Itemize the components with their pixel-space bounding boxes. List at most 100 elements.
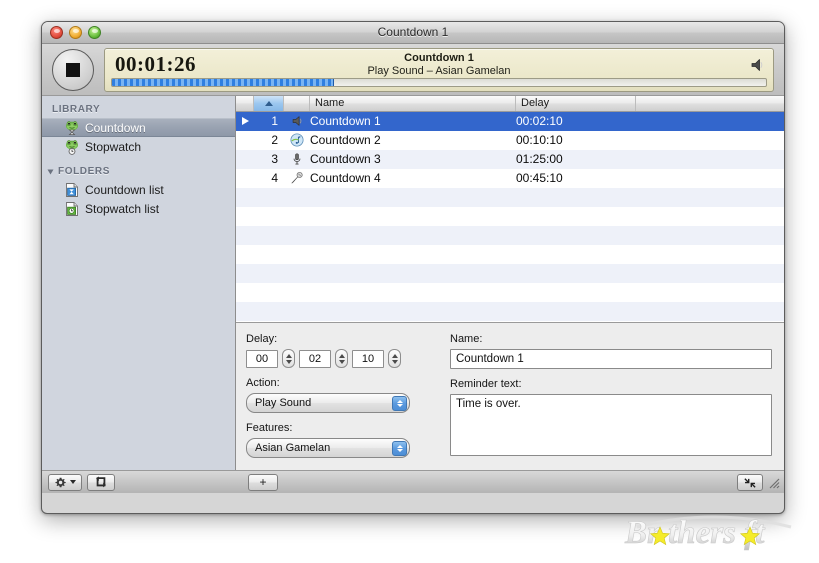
sidebar-section-library: LIBRARY <box>42 102 235 118</box>
row-number: 1 <box>271 114 278 129</box>
repeat-icon <box>96 476 106 488</box>
frog-clock-icon <box>64 139 80 155</box>
delay-minutes-stepper[interactable] <box>335 349 348 368</box>
sidebar-item-countdown[interactable]: Countdown <box>42 118 235 137</box>
stop-button[interactable] <box>52 48 94 91</box>
bottom-left-group <box>42 473 236 491</box>
frog-hourglass-icon <box>64 120 80 136</box>
row-number: 4 <box>271 171 278 186</box>
table-row[interactable]: 4 Countdown 4 00:45:10 <box>236 168 784 188</box>
watermark-text: Br thers ft <box>624 515 765 551</box>
row-delay: 00:02:10 <box>516 114 563 129</box>
screenshot-root: Countdown 1 00:01:26 Countdown 1 Play So… <box>0 0 819 563</box>
reminder-text-area[interactable]: Time is over. <box>450 394 772 456</box>
inspector-left-column: Delay: 00 02 10 Action: Play Sound Featu… <box>246 333 438 470</box>
action-select[interactable]: Play Sound <box>246 393 410 413</box>
table-empty-row <box>236 263 784 283</box>
features-select-value: Asian Gamelan <box>255 442 331 454</box>
chevron-down-icon[interactable] <box>47 169 54 174</box>
table-row[interactable]: 1 Countdown 1 00:02:10 <box>236 111 784 131</box>
chevron-updown-icon <box>392 396 407 411</box>
document-clock-icon <box>64 201 80 217</box>
delay-hours-stepper[interactable] <box>282 349 295 368</box>
chevron-updown-icon <box>392 441 407 456</box>
column-header-name-label: Name <box>315 97 345 110</box>
display-item-action: Play Sound – Asian Gamelan <box>367 64 511 77</box>
sidebar-item-stopwatch[interactable]: Stopwatch <box>42 137 235 156</box>
row-name: Countdown 3 <box>310 152 381 167</box>
gear-action-button[interactable] <box>48 473 82 491</box>
table-empty-row <box>236 225 784 245</box>
delay-minutes-input[interactable]: 02 <box>299 349 331 368</box>
sidebar-section-folders-label: FOLDERS <box>58 166 110 177</box>
table-row[interactable]: 3 Countdown 3 01:25:00 <box>236 149 784 169</box>
sidebar-item-label: Stopwatch <box>85 139 142 154</box>
name-input[interactable]: Countdown 1 <box>450 349 772 369</box>
inspector-right-column: Name: Countdown 1 Reminder text: Time is… <box>438 333 772 470</box>
sidebar-item-label: Countdown <box>85 120 146 135</box>
table-header: Name Delay <box>236 96 784 112</box>
app-window: Countdown 1 00:01:26 Countdown 1 Play So… <box>41 21 785 514</box>
column-header-icon[interactable] <box>284 96 310 111</box>
delay-label: Delay: <box>246 333 278 345</box>
row-name: Countdown 4 <box>310 171 381 186</box>
display-item-name: Countdown 1 <box>404 51 474 64</box>
row-name: Countdown 2 <box>310 133 381 148</box>
table-empty-row <box>236 282 784 302</box>
collapse-arrows-icon <box>744 477 756 488</box>
sidebar: LIBRARY Countdown Stopwatch FOLDERS Coun… <box>42 96 236 470</box>
column-header-number[interactable] <box>254 96 284 111</box>
column-header-spare[interactable] <box>636 96 784 111</box>
star-icon <box>739 526 761 546</box>
speaker-icon <box>284 114 310 128</box>
delay-seconds-input[interactable]: 10 <box>352 349 384 368</box>
title-bar[interactable]: Countdown 1 <box>42 22 784 44</box>
collapse-button[interactable] <box>737 474 763 491</box>
sidebar-item-label: Stopwatch list <box>85 201 160 216</box>
music-note-icon <box>284 133 310 147</box>
main-body: LIBRARY Countdown Stopwatch FOLDERS Coun… <box>42 96 784 470</box>
resize-grip[interactable] <box>767 476 780 489</box>
star-icon <box>649 526 671 546</box>
action-select-value: Play Sound <box>255 397 312 409</box>
sidebar-section-folders[interactable]: FOLDERS <box>42 164 235 180</box>
progress-fill <box>112 78 335 86</box>
bottom-mid-group: + <box>236 473 784 491</box>
stop-icon <box>66 62 80 77</box>
column-header-delay[interactable]: Delay <box>516 96 636 111</box>
row-delay: 00:10:10 <box>516 133 563 148</box>
column-header-play[interactable] <box>236 96 254 111</box>
table-empty-row <box>236 244 784 264</box>
features-label: Features: <box>246 422 293 434</box>
row-delay: 00:45:10 <box>516 171 563 186</box>
delay-hours-input[interactable]: 00 <box>246 349 278 368</box>
toolbar: 00:01:26 Countdown 1 Play Sound – Asian … <box>42 44 784 96</box>
table-body[interactable]: 1 Countdown 1 00:02:10 2 Countdown 2 00:10:10… <box>236 111 784 322</box>
delay-field-group: 00 02 10 <box>246 349 438 368</box>
gear-icon <box>55 477 66 487</box>
row-play-indicator <box>236 117 254 126</box>
mic-alt-icon <box>284 171 310 185</box>
document-hourglass-icon <box>64 182 80 198</box>
play-icon <box>241 117 249 126</box>
repeat-button[interactable] <box>87 473 115 491</box>
row-number: 3 <box>271 152 278 167</box>
table-empty-row <box>236 206 784 226</box>
sidebar-item-countdown-list[interactable]: Countdown list <box>42 180 235 199</box>
table-empty-row <box>236 301 784 321</box>
features-select[interactable]: Asian Gamelan <box>246 438 410 458</box>
chevron-down-icon <box>70 480 76 484</box>
progress-bar <box>111 77 767 87</box>
bottom-toolbar: + <box>42 470 784 493</box>
microphone-icon <box>284 152 310 166</box>
sidebar-item-stopwatch-list[interactable]: Stopwatch list <box>42 199 235 218</box>
sort-ascending-icon <box>264 100 273 106</box>
speaker-icon[interactable] <box>749 57 765 73</box>
delay-seconds-stepper[interactable] <box>388 349 401 368</box>
column-header-name[interactable]: Name <box>310 96 516 111</box>
row-number: 2 <box>271 133 278 148</box>
reminder-text-label: Reminder text: <box>450 378 522 390</box>
add-button[interactable]: + <box>248 473 278 491</box>
sidebar-item-label: Countdown list <box>85 182 164 197</box>
table-row[interactable]: 2 Countdown 2 00:10:10 <box>236 130 784 150</box>
